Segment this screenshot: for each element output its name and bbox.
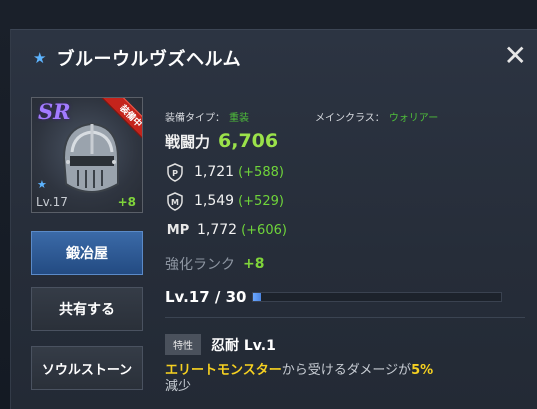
divider: [165, 317, 525, 318]
combat-power-value: 6,706: [218, 130, 279, 152]
level-progress-fill: [253, 293, 261, 301]
m-shield-icon: M: [165, 191, 185, 211]
helmet-icon: [62, 122, 119, 194]
trait-desc-end: 減少: [165, 379, 192, 394]
item-card: SR 装備中 ★ Lv.17 +8: [31, 97, 143, 213]
blacksmith-button[interactable]: 鍛冶屋: [31, 231, 143, 275]
equip-type-value: 重装: [229, 113, 249, 124]
mp-icon: MP: [166, 222, 190, 238]
item-level-text: Lv.17 / 30: [165, 288, 247, 306]
stat-row: P 1,721 (+588): [165, 162, 284, 182]
item-level: Lv.17 / 30: [165, 288, 503, 306]
item-name: ブルーウルヴズヘルム: [56, 49, 242, 70]
trait-description: エリートモンスターから受けるダメージが5% 減少: [165, 363, 525, 395]
p-shield-icon: P: [165, 162, 185, 182]
svg-text:M: M: [171, 198, 179, 207]
stat-bonus: (+606): [241, 222, 287, 238]
equip-type-label: 装備タイプ：: [165, 113, 225, 124]
main-class-value: ウォリアー: [388, 113, 439, 124]
trait-tag: 特性: [165, 334, 201, 355]
stat-value: 1,721: [194, 164, 235, 180]
main-class: メインクラス： ウォリアー: [315, 109, 438, 124]
level-progress-bar: [252, 292, 503, 302]
combat-power: 戦闘力 6,706: [165, 130, 278, 152]
stat-value: 1,772: [197, 222, 238, 238]
share-button[interactable]: 共有する: [31, 287, 143, 331]
close-button[interactable]: ✕: [504, 42, 527, 70]
item-card-enhance: +8: [117, 195, 136, 209]
stat-value: 1,549: [194, 193, 235, 209]
trait-name: 忍耐 Lv.1: [211, 337, 276, 354]
stat-bonus: (+588): [238, 164, 284, 180]
combat-power-label: 戦闘力: [165, 133, 211, 151]
enhance-rank: 強化ランク +8: [165, 254, 264, 274]
trait-desc-mid: から受けるダメージが: [281, 363, 412, 378]
trait-percent: 5%: [411, 363, 434, 378]
stat-bonus: (+529): [238, 193, 284, 209]
item-detail-panel: ★ ブルーウルヴズヘルム ✕ SR 装備中 ★ Lv.17 +8 鍛冶屋 共有す…: [10, 29, 537, 409]
item-card-level: Lv.17: [36, 195, 68, 209]
star-icon: ★: [33, 48, 47, 67]
main-class-label: メインクラス：: [315, 113, 385, 124]
stat-row: M 1,549 (+529): [165, 191, 284, 211]
game-screen: ★ ブルーウルヴズヘルム ✕ SR 装備中 ★ Lv.17 +8 鍛冶屋 共有す…: [0, 0, 537, 409]
stat-row: MP 1,772 (+606): [165, 220, 287, 240]
trait-row: 特性 忍耐 Lv.1: [165, 334, 276, 355]
soulstone-button[interactable]: ソウルストーン: [31, 346, 143, 390]
star-icon: ★: [37, 178, 47, 191]
enhance-rank-label: 強化ランク: [165, 257, 235, 273]
item-title-row: ★ ブルーウルヴズヘルム: [33, 46, 241, 70]
svg-text:P: P: [172, 169, 178, 178]
trait-target: エリートモンスター: [165, 363, 282, 378]
enhance-rank-value: +8: [243, 256, 265, 272]
equip-type: 装備タイプ： 重装: [165, 109, 249, 124]
